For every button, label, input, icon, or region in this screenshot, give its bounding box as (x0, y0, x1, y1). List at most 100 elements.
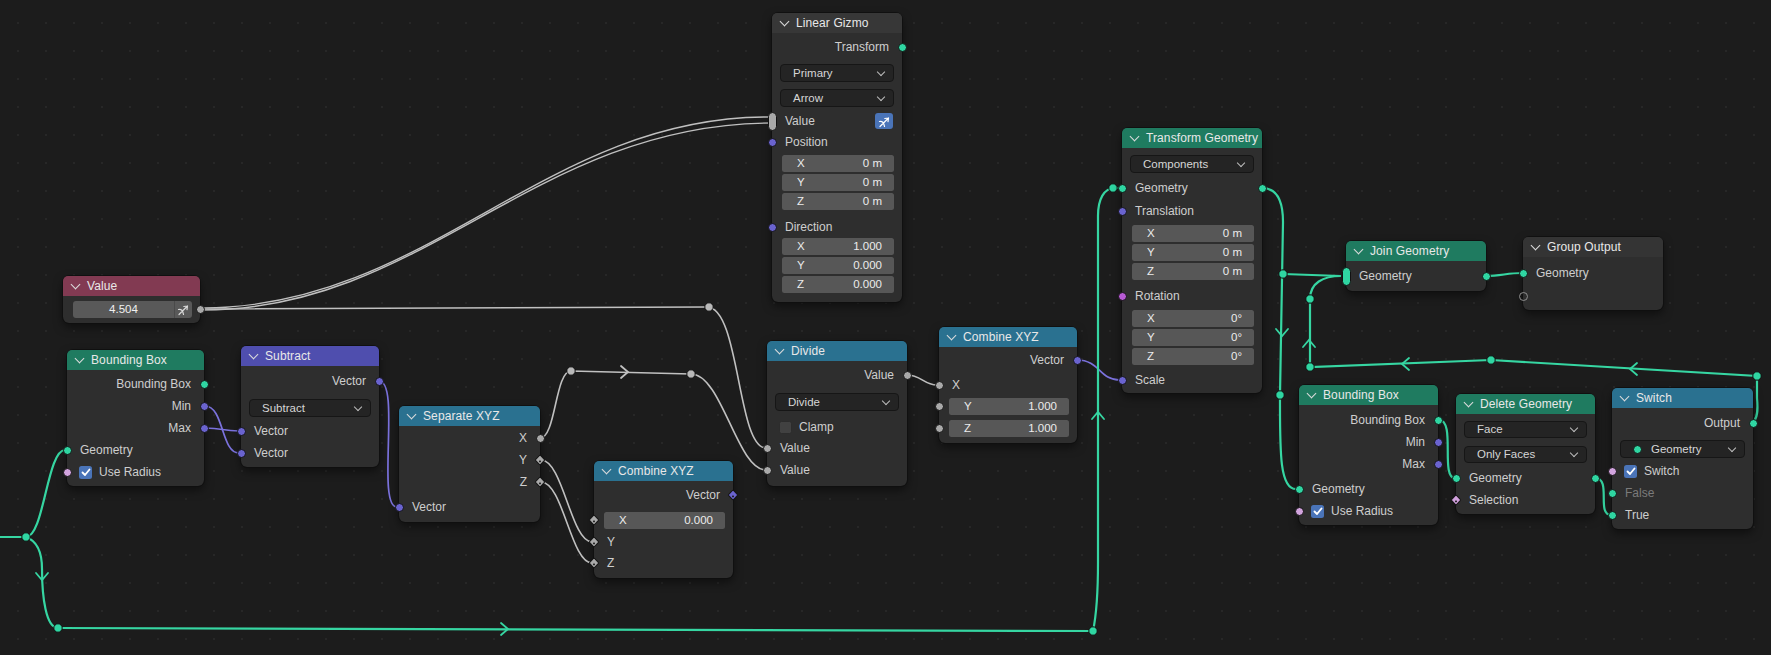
field-z[interactable]: Z1.000 (949, 420, 1069, 437)
reroute-node[interactable] (1487, 356, 1495, 364)
field-x[interactable]: X0 m (782, 155, 894, 172)
socket-geometry-output[interactable] (1591, 474, 1600, 483)
socket-scale[interactable] (1118, 376, 1127, 385)
socket-z[interactable] (935, 424, 944, 433)
socket-min[interactable] (200, 402, 209, 411)
socket-translation[interactable] (1118, 207, 1127, 216)
collapse-chevron-icon[interactable] (1464, 397, 1474, 407)
gizmo-dial-icon[interactable] (174, 301, 192, 318)
node-header[interactable]: Divide (767, 341, 907, 361)
reroute-node[interactable] (1306, 295, 1314, 303)
node-header[interactable]: Linear Gizmo (772, 13, 902, 33)
node-combine-xyz-mid[interactable]: Combine XYZVectorX0.000YZ (594, 461, 733, 578)
node-header[interactable]: Switch (1612, 388, 1753, 408)
socket-position[interactable] (768, 138, 777, 147)
node-join-geometry[interactable]: Join GeometryGeometry (1346, 241, 1486, 291)
socket-virtual[interactable] (1519, 292, 1528, 301)
field-z[interactable]: Z0 m (1132, 263, 1254, 280)
gizmo-toggle-button[interactable] (875, 113, 893, 129)
socket-true[interactable] (1608, 511, 1617, 520)
dropdown-arrow[interactable]: Arrow (780, 89, 894, 107)
socket-vector[interactable] (237, 449, 246, 458)
socket-vector[interactable] (1073, 356, 1082, 365)
socket-geometry[interactable] (1519, 269, 1528, 278)
reroute-node[interactable] (1753, 372, 1761, 380)
socket-geometry-output[interactable] (1482, 272, 1491, 281)
socket-value[interactable] (763, 444, 772, 453)
dropdown-subtract[interactable]: Subtract (249, 399, 371, 417)
collapse-chevron-icon[interactable] (249, 349, 259, 359)
value-slider[interactable]: 4.504 (73, 301, 192, 318)
socket-vector[interactable] (395, 503, 404, 512)
field-y[interactable]: Y0 m (1132, 244, 1254, 261)
socket-geometry[interactable] (1295, 485, 1304, 494)
socket-false[interactable] (1608, 489, 1617, 498)
collapse-chevron-icon[interactable] (75, 353, 85, 363)
collapse-chevron-icon[interactable] (1531, 240, 1541, 250)
socket-bounding-box[interactable] (1434, 416, 1443, 425)
socket-output[interactable] (1749, 419, 1758, 428)
socket-x[interactable] (935, 381, 944, 390)
field-x[interactable]: X0° (1132, 310, 1254, 327)
node-value[interactable]: Value4.504 (63, 276, 200, 323)
socket-bounding-box[interactable] (200, 380, 209, 389)
node-header[interactable]: Group Output (1523, 237, 1663, 257)
reroute-node[interactable] (1276, 391, 1284, 399)
node-header[interactable]: Subtract (241, 346, 379, 366)
field-x[interactable]: X1.000 (782, 238, 894, 255)
node-combine-xyz-right[interactable]: Combine XYZVectorXY1.000Z1.000 (939, 327, 1077, 443)
collapse-chevron-icon[interactable] (71, 279, 81, 289)
node-divide[interactable]: DivideValueDivideClampValueValue (767, 341, 907, 486)
node-delete-geometry[interactable]: Delete GeometryFaceOnly FacesGeometrySel… (1456, 394, 1595, 514)
field-z[interactable]: Z0 m (782, 193, 894, 210)
node-header[interactable]: Bounding Box (67, 350, 204, 370)
reroute-node[interactable] (1279, 270, 1287, 278)
checkbox-use-radius[interactable] (79, 466, 92, 479)
field-x[interactable]: X0.000 (604, 512, 725, 529)
reroute-node[interactable] (567, 367, 575, 375)
node-linear-gizmo[interactable]: Linear GizmoTransformPrimaryArrowValuePo… (772, 13, 902, 302)
socket-rotation[interactable] (1118, 292, 1127, 301)
dropdown-primary[interactable]: Primary (780, 64, 894, 82)
reroute-node[interactable] (1109, 184, 1117, 192)
socket-x[interactable] (536, 434, 545, 443)
socket-geometry[interactable] (63, 446, 72, 455)
checkbox-switch[interactable] (1624, 465, 1637, 478)
node-header[interactable]: Separate XYZ (399, 406, 540, 426)
socket-direction[interactable] (768, 223, 777, 232)
field-y[interactable]: Y0.000 (782, 257, 894, 274)
collapse-chevron-icon[interactable] (775, 344, 785, 354)
reroute-node[interactable] (1089, 627, 1097, 635)
node-separate-xyz[interactable]: Separate XYZXYZVector (399, 406, 540, 522)
checkbox-clamp[interactable] (779, 421, 792, 434)
socket-min[interactable] (1434, 438, 1443, 447)
socket-geometry[interactable] (1342, 267, 1351, 286)
node-header[interactable]: Delete Geometry (1456, 394, 1595, 414)
socket-max[interactable] (200, 424, 209, 433)
collapse-chevron-icon[interactable] (1307, 388, 1317, 398)
field-z[interactable]: Z0° (1132, 348, 1254, 365)
collapse-chevron-icon[interactable] (407, 409, 417, 419)
dropdown-face[interactable]: Face (1464, 421, 1587, 438)
socket-value-output[interactable] (196, 305, 205, 314)
node-switch[interactable]: SwitchOutputGeometrySwitchFalseTrue (1612, 388, 1753, 529)
socket-geometry-output[interactable] (1258, 184, 1267, 193)
dropdown-components[interactable]: Components (1130, 155, 1254, 173)
collapse-chevron-icon[interactable] (947, 330, 957, 340)
node-group-output[interactable]: Group OutputGeometry (1523, 237, 1663, 310)
socket-value[interactable] (768, 112, 777, 131)
node-header[interactable]: Bounding Box (1299, 385, 1438, 405)
field-z[interactable]: Z0.000 (782, 276, 894, 293)
node-subtract[interactable]: SubtractVectorSubtractVectorVector (241, 346, 379, 467)
socket-y[interactable] (935, 402, 944, 411)
node-transform-geometry[interactable]: Transform GeometryComponentsGeometryTran… (1122, 128, 1262, 393)
collapse-chevron-icon[interactable] (602, 464, 612, 474)
socket-value[interactable] (763, 466, 772, 475)
collapse-chevron-icon[interactable] (1620, 391, 1630, 401)
socket-max[interactable] (1434, 460, 1443, 469)
reroute-node[interactable] (1306, 363, 1314, 371)
socket-vector[interactable] (375, 377, 384, 386)
node-bounding-box-1[interactable]: Bounding BoxBounding BoxMinMaxGeometryUs… (67, 350, 204, 486)
field-y[interactable]: Y0° (1132, 329, 1254, 346)
collapse-chevron-icon[interactable] (1130, 131, 1140, 141)
